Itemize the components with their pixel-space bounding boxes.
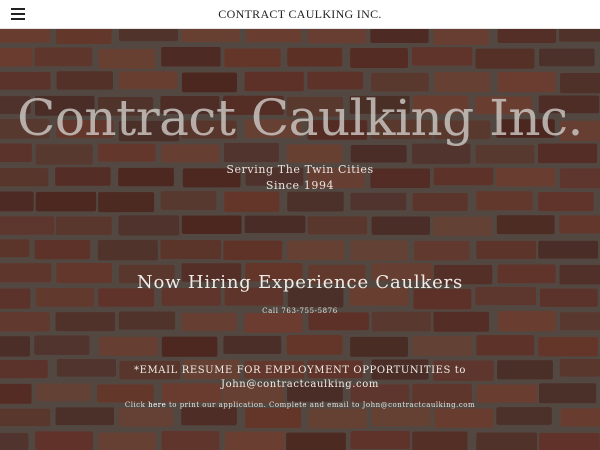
hero-content: Contract Caulking Inc. Serving The Twin … [0, 29, 600, 450]
top-navigation-bar: CONTRACT CAULKING INC. [0, 0, 600, 29]
hiring-heading: Now Hiring Experience Caulkers [136, 272, 464, 293]
tagline-service-area: Serving The Twin Cities [226, 163, 374, 176]
employment-email-note: *EMAIL RESUME FOR EMPLOYMENT OPPORTUNITI… [133, 365, 467, 376]
print-suffix-text: to print our application. Complete and e… [166, 401, 476, 409]
print-application-line: Click here to print our application. Com… [0, 401, 600, 409]
print-application-link[interactable]: here [148, 401, 166, 409]
employment-email-address: John@contractcaulking.com [221, 379, 379, 390]
page: CONTRACT CAULKING INC. Contract Caulking… [0, 0, 600, 450]
hero-title: Contract Caulking Inc. [17, 89, 583, 147]
hero-section: Contract Caulking Inc. Serving The Twin … [0, 29, 600, 450]
phone-number: Call 763-755-5876 [262, 307, 338, 315]
site-name-link[interactable]: CONTRACT CAULKING INC. [0, 7, 600, 22]
print-prefix-text: Click [124, 401, 149, 409]
tagline-since-year: Since 1994 [265, 179, 335, 192]
